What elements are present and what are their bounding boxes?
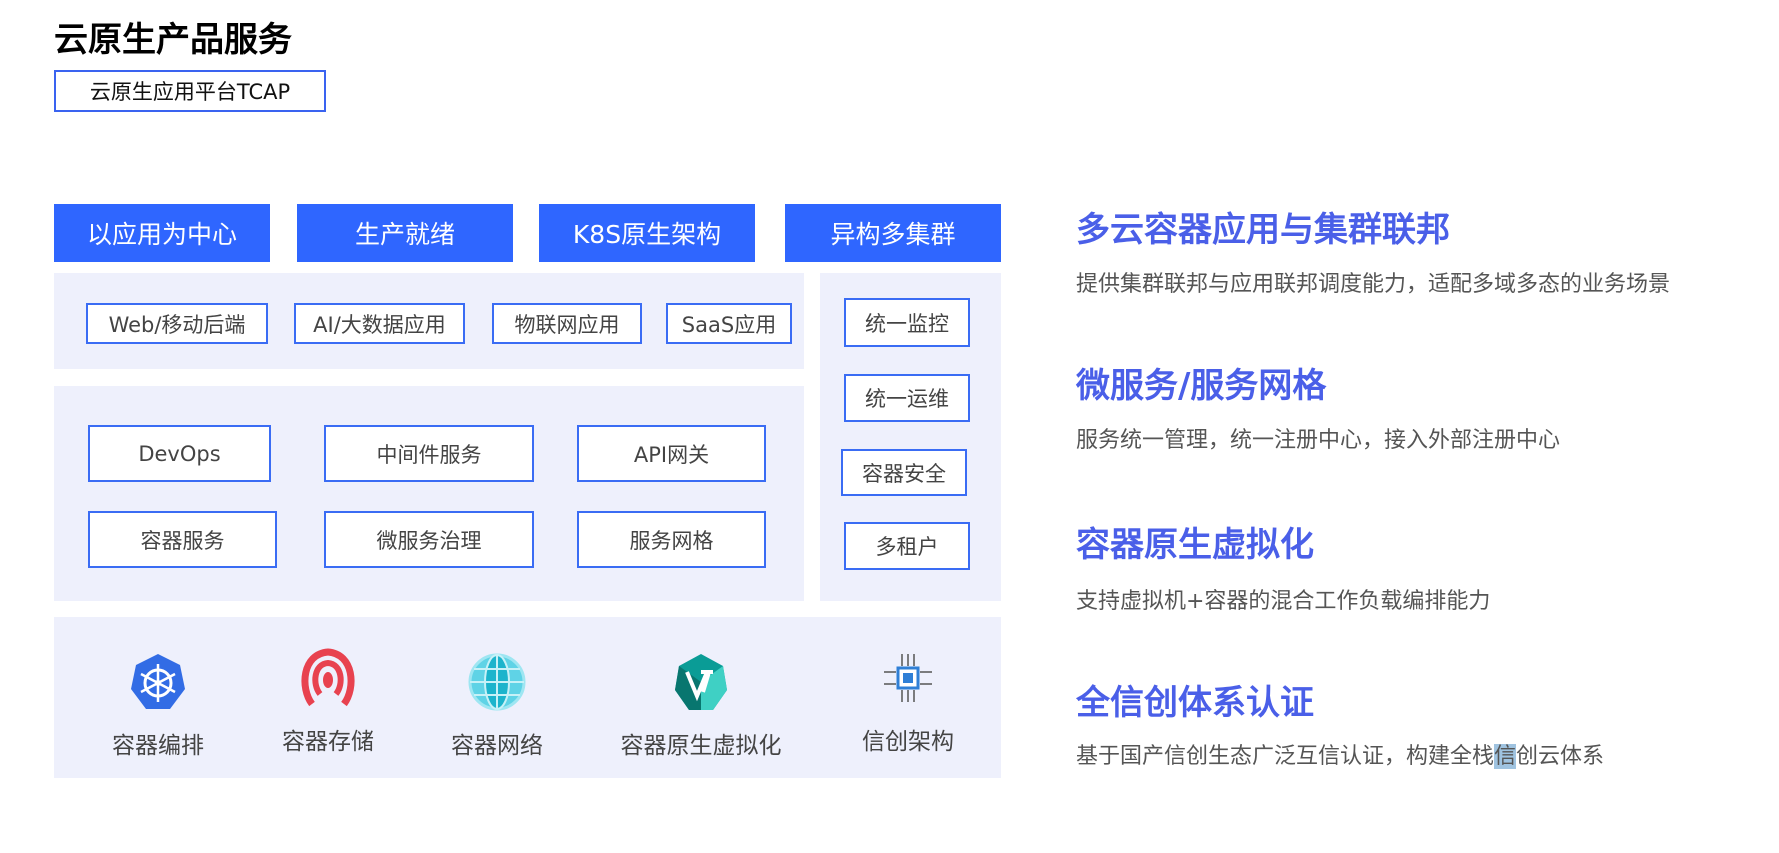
app-ai-bigdata: AI/大数据应用 [294, 303, 465, 344]
infra-network: 容器网络 [422, 652, 572, 760]
infra-label: 信创架构 [862, 729, 954, 755]
selected-text: 信 [1494, 744, 1517, 769]
pillar-k8s-native: K8S原生架构 [539, 204, 755, 262]
infra-virtualization: 容器原生虚拟化 [621, 652, 782, 760]
feature-desc-federation: 提供集群联邦与应用联邦调度能力，适配多域多态的业务场景 [1076, 272, 1671, 297]
infra-label: 容器存储 [282, 729, 374, 755]
ops-security: 容器安全 [841, 449, 967, 496]
network-globe-icon [468, 653, 526, 711]
pillar-app-centric: 以应用为中心 [54, 204, 270, 262]
feature-title-microservice: 微服务/服务网格 [1076, 366, 1327, 406]
feature-desc-xinchuang: 基于国产信创生态广泛互信认证，构建全栈信创云体系 [1076, 738, 1604, 770]
ops-monitoring: 统一监控 [844, 298, 970, 347]
app-iot: 物联网应用 [492, 303, 642, 344]
service-layer-panel [54, 386, 804, 601]
pillar-multi-cluster: 异构多集群 [785, 204, 1001, 262]
service-mesh: 服务网格 [577, 511, 766, 568]
ops-operations: 统一运维 [844, 374, 970, 422]
virtualization-icon [675, 654, 727, 710]
infra-label: 容器网络 [451, 733, 543, 759]
infra-orchestration: 容器编排 [83, 652, 233, 760]
page-title: 云原生产品服务 [54, 20, 292, 60]
infra-xinchuang: 信创架构 [833, 648, 983, 756]
ops-multi-tenant: 多租户 [844, 522, 970, 570]
desc-text: 创云体系 [1516, 744, 1605, 769]
feature-desc-microservice: 服务统一管理，统一注册中心，接入外部注册中心 [1076, 428, 1561, 453]
pillar-production-ready: 生产就绪 [297, 204, 513, 262]
feature-title-virtualization: 容器原生虚拟化 [1076, 525, 1314, 565]
chip-icon [884, 654, 932, 702]
product-tag: 云原生应用平台TCAP [54, 70, 326, 112]
infra-label: 容器原生虚拟化 [620, 733, 782, 759]
feature-title-xinchuang: 全信创体系认证 [1076, 683, 1314, 723]
infra-label: 容器编排 [112, 733, 204, 759]
app-saas: SaaS应用 [666, 303, 792, 344]
app-web-mobile: Web/移动后端 [86, 303, 268, 344]
service-middleware: 中间件服务 [324, 425, 534, 482]
storage-icon [301, 648, 355, 707]
service-container: 容器服务 [88, 511, 277, 568]
desc-text: 基于国产信创生态广泛互信认证，构建全栈 [1076, 744, 1495, 769]
feature-desc-virtualization: 支持虚拟机+容器的混合工作负载编排能力 [1076, 589, 1491, 614]
kubernetes-icon [131, 654, 185, 709]
service-devops: DevOps [88, 425, 271, 482]
service-microservice-governance: 微服务治理 [324, 511, 534, 568]
infra-storage: 容器存储 [253, 648, 403, 756]
feature-title-federation: 多云容器应用与集群联邦 [1076, 210, 1450, 250]
service-api-gateway: API网关 [577, 425, 766, 482]
